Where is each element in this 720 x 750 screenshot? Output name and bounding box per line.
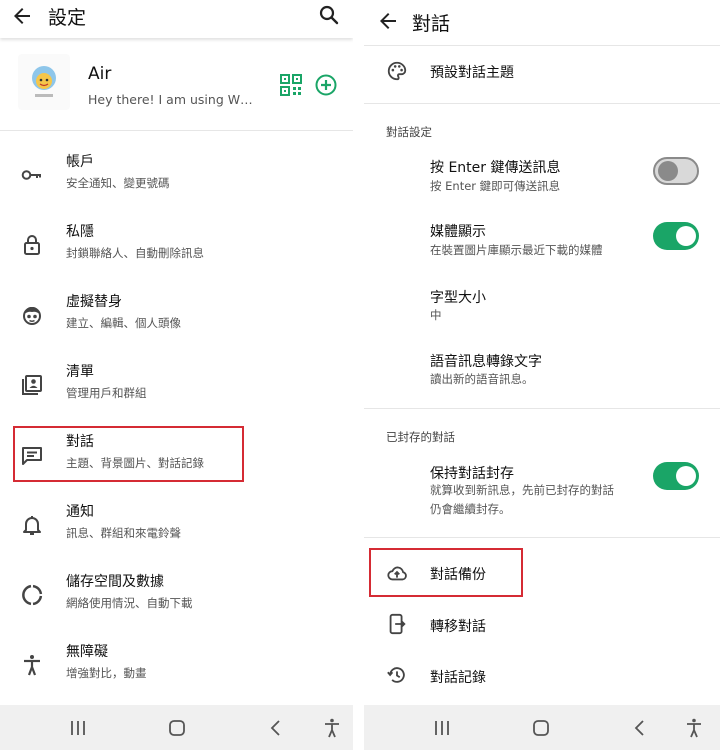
setting-subtitle: 就算收到新訊息，先前已封存的對話仍會繼續封存。 bbox=[430, 483, 614, 516]
profile-row[interactable]: Air Hey there! I am using WhatsApp. bbox=[0, 42, 353, 131]
profile-status: Hey there! I am using WhatsApp. bbox=[88, 92, 256, 107]
settings-item-title: 儲存空間及數據 bbox=[66, 574, 164, 590]
setting-title: 字型大小 bbox=[430, 290, 486, 306]
search-icon[interactable] bbox=[317, 3, 341, 27]
contact-list-icon bbox=[22, 375, 42, 395]
chats-settings-screen: 對話 預設對話主題 對話設定 按 Enter 鍵傳送訊息 按 Enter 鍵即可… bbox=[364, 0, 720, 750]
settings-item-storage[interactable]: 儲存空間及數據 網絡使用情況、自動下載 bbox=[0, 566, 353, 626]
settings-item-subtitle: 管理用戶和群組 bbox=[66, 386, 147, 400]
key-icon bbox=[21, 170, 41, 180]
enter-is-send-toggle[interactable] bbox=[653, 157, 699, 185]
accessibility-shortcut-icon[interactable] bbox=[320, 716, 344, 740]
profile-avatar-icon bbox=[32, 66, 56, 97]
settings-item-subtitle: 增強對比，動畫 bbox=[66, 666, 147, 680]
font-size-setting[interactable]: 字型大小 中 bbox=[364, 280, 720, 330]
settings-item-title: 虛擬替身 bbox=[66, 294, 122, 310]
settings-screen: 設定 Air Hey there! I am using WhatsApp. bbox=[0, 0, 353, 750]
page-title: 設定 bbox=[48, 7, 87, 29]
add-circle-icon[interactable] bbox=[314, 73, 338, 97]
divider bbox=[364, 45, 720, 46]
settings-app-bar: 設定 bbox=[0, 0, 353, 38]
system-nav-bar bbox=[0, 705, 353, 750]
setting-subtitle: 中 bbox=[430, 308, 442, 322]
setting-subtitle: 在裝置圖片庫顯示最近下載的媒體 bbox=[430, 243, 603, 257]
settings-item-subtitle: 封鎖聯絡人、自動刪除訊息 bbox=[66, 246, 204, 260]
settings-item-privacy[interactable]: 私隱 封鎖聯絡人、自動刪除訊息 bbox=[0, 216, 353, 276]
page-title: 對話 bbox=[412, 13, 451, 35]
default-theme-label: 預設對話主題 bbox=[430, 65, 514, 81]
settings-item-subtitle: 建立、編輯、個人頭像 bbox=[66, 316, 181, 330]
divider bbox=[364, 537, 720, 538]
settings-item-title: 帳戶 bbox=[66, 154, 94, 170]
voice-transcript-setting[interactable]: 語音訊息轉錄文字 讀出新的語音訊息。 bbox=[364, 344, 720, 398]
phone-transfer-icon bbox=[389, 613, 406, 635]
back-nav-icon[interactable] bbox=[264, 716, 288, 740]
recent-apps-icon[interactable] bbox=[66, 716, 90, 740]
divider bbox=[364, 408, 720, 409]
toggle-knob bbox=[676, 466, 696, 486]
settings-item-subtitle: 網絡使用情況、自動下載 bbox=[66, 596, 193, 610]
highlight-box-chats bbox=[13, 426, 244, 482]
transfer-chats-label: 轉移對話 bbox=[430, 619, 486, 635]
toggle-knob bbox=[676, 226, 696, 246]
panel-gap bbox=[353, 0, 364, 750]
storage-icon bbox=[22, 584, 43, 606]
accessibility-icon bbox=[24, 655, 40, 676]
divider bbox=[364, 103, 720, 104]
settings-item-title: 清單 bbox=[66, 364, 94, 380]
highlight-box-backup bbox=[369, 548, 523, 597]
settings-item-notifications[interactable]: 通知 訊息、群組和來電鈴聲 bbox=[0, 496, 353, 556]
profile-name: Air bbox=[88, 64, 112, 84]
transfer-chats-row[interactable]: 轉移對話 bbox=[364, 602, 720, 648]
setting-title: 語音訊息轉錄文字 bbox=[430, 354, 542, 370]
settings-item-title: 通知 bbox=[66, 504, 94, 520]
settings-item-title: 私隱 bbox=[66, 224, 94, 240]
setting-title: 按 Enter 鍵傳送訊息 bbox=[430, 160, 561, 176]
settings-item-subtitle: 訊息、群組和來電鈴聲 bbox=[66, 526, 181, 540]
bell-icon bbox=[23, 516, 41, 535]
toggle-knob bbox=[658, 161, 678, 181]
setting-subtitle: 讀出新的語音訊息。 bbox=[430, 372, 534, 386]
recent-apps-icon[interactable] bbox=[430, 716, 454, 740]
palette-icon bbox=[387, 61, 407, 81]
avatar[interactable] bbox=[18, 54, 70, 110]
avatar-face-icon bbox=[23, 306, 41, 325]
settings-item-accessibility[interactable]: 無障礙 增強對比，動畫 bbox=[0, 636, 353, 696]
accessibility-shortcut-icon[interactable] bbox=[682, 716, 706, 740]
back-arrow-icon[interactable] bbox=[10, 4, 34, 28]
system-nav-bar bbox=[364, 705, 720, 750]
chats-app-bar: 對話 bbox=[364, 0, 720, 38]
media-visibility-toggle[interactable] bbox=[653, 222, 699, 250]
settings-item-subtitle: 安全通知、變更號碼 bbox=[66, 176, 170, 190]
default-theme-row[interactable]: 預設對話主題 bbox=[364, 52, 720, 92]
settings-item-lists[interactable]: 清單 管理用戶和群組 bbox=[0, 356, 353, 416]
setting-title: 保持對話封存 bbox=[430, 466, 514, 482]
home-icon[interactable] bbox=[165, 716, 189, 740]
history-icon bbox=[387, 667, 405, 683]
setting-title: 媒體顯示 bbox=[430, 224, 486, 240]
chat-history-row[interactable]: 對話記錄 bbox=[364, 654, 720, 700]
setting-subtitle: 按 Enter 鍵即可傳送訊息 bbox=[430, 179, 561, 193]
qr-code-icon[interactable] bbox=[280, 74, 302, 96]
back-nav-icon[interactable] bbox=[628, 716, 652, 740]
home-icon[interactable] bbox=[529, 716, 553, 740]
section-archived-chats: 已封存的對話 bbox=[386, 430, 455, 444]
section-chat-settings: 對話設定 bbox=[386, 125, 432, 139]
chat-history-label: 對話記錄 bbox=[430, 670, 486, 686]
keep-archived-toggle[interactable] bbox=[653, 462, 699, 490]
settings-item-title: 無障礙 bbox=[66, 644, 108, 660]
back-arrow-icon[interactable] bbox=[376, 9, 400, 33]
settings-item-account[interactable]: 帳戶 安全通知、變更號碼 bbox=[0, 146, 353, 206]
settings-item-avatar[interactable]: 虛擬替身 建立、編輯、個人頭像 bbox=[0, 286, 353, 346]
lock-icon bbox=[24, 235, 40, 255]
